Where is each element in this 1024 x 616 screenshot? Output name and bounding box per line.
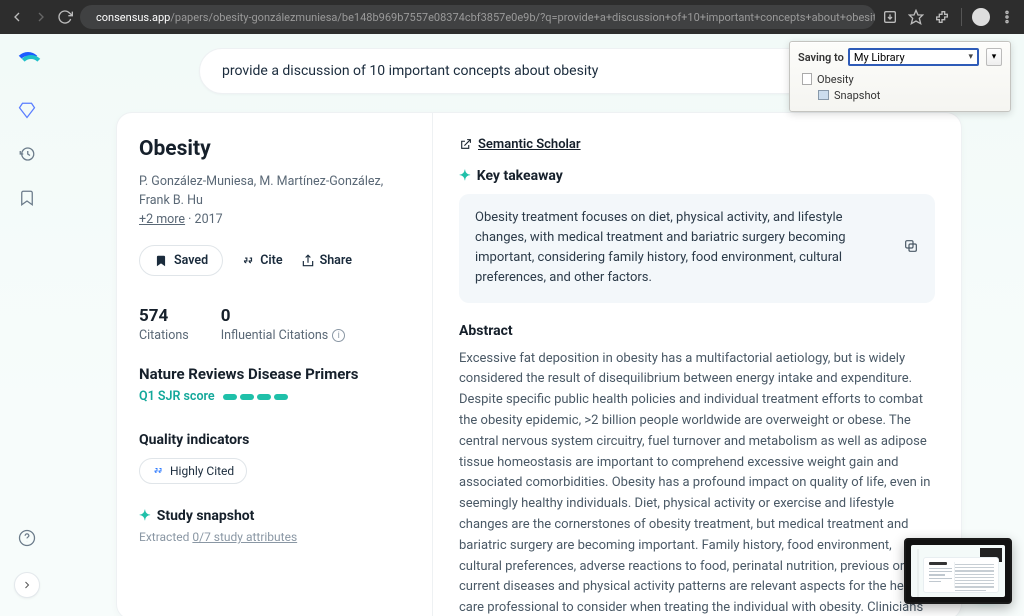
influential-stat: 0 Influential Citationsi	[221, 306, 346, 343]
paper-title: Obesity	[139, 137, 410, 161]
search-input[interactable]: provide a discussion of 10 important con…	[199, 48, 879, 94]
saved-button-label: Saved	[174, 253, 208, 268]
browser-toolbar: consensus.app/papers/obesity-gonzálezmun…	[0, 0, 1024, 34]
takeaway-heading: Key takeaway	[477, 168, 563, 184]
forward-button[interactable]	[32, 8, 50, 26]
extensions-icon[interactable]	[933, 8, 951, 26]
authors-line: P. González-Muniesa, M. Martínez-Gonzále…	[139, 173, 410, 229]
expand-sidebar-button[interactable]	[14, 572, 40, 598]
snapshot-sub-prefix: Extracted	[139, 530, 192, 544]
takeaway-box: Obesity treatment focuses on diet, physi…	[459, 194, 935, 303]
library-select[interactable]: My Library ▾	[848, 48, 979, 66]
cite-button-label: Cite	[260, 253, 282, 268]
snapshot-icon	[818, 90, 829, 100]
abstract-body: Excessive fat deposition in obesity has …	[459, 349, 935, 616]
influential-label: Influential Citations	[221, 328, 329, 343]
saving-to-label: Saving to	[798, 51, 844, 64]
url-path: /papers/obesity-gonzálezmuniesa/be148b96…	[170, 11, 875, 24]
reload-button[interactable]	[56, 8, 74, 26]
highly-cited-pill[interactable]: Highly Cited	[139, 458, 247, 484]
history-icon[interactable]	[17, 144, 37, 164]
consensus-logo[interactable]	[15, 52, 39, 76]
saved-item-row[interactable]: Obesity	[802, 71, 1002, 87]
search-query-text: provide a discussion of 10 important con…	[222, 63, 598, 79]
highly-cited-label: Highly Cited	[170, 464, 234, 478]
saved-item-title: Obesity	[817, 73, 854, 86]
url-domain: consensus.app	[96, 11, 170, 24]
sparkle-icon: ✦	[139, 508, 151, 524]
library-dropdown-button[interactable]: ▾	[986, 48, 1002, 66]
citations-label: Citations	[139, 328, 189, 343]
sjr-score-bars	[223, 394, 288, 400]
address-bar[interactable]: consensus.app/papers/obesity-gonzálezmun…	[80, 5, 875, 29]
premium-diamond-icon[interactable]	[17, 100, 37, 120]
copy-takeaway-button[interactable]	[903, 238, 923, 258]
semantic-scholar-link[interactable]: Semantic Scholar	[459, 137, 935, 152]
abstract-heading: Abstract	[459, 323, 935, 339]
profile-avatar[interactable]	[972, 8, 990, 26]
back-button[interactable]	[8, 8, 26, 26]
citations-value: 574	[139, 306, 189, 326]
pip-thumbnail[interactable]	[904, 538, 1012, 604]
quality-heading: Quality indicators	[139, 432, 410, 448]
toolbar-divider	[961, 8, 962, 26]
journal-name: Nature Reviews Disease Primers	[139, 365, 410, 383]
share-button-label: Share	[320, 253, 352, 268]
chevron-down-icon: ▾	[968, 52, 973, 62]
document-icon	[802, 73, 812, 85]
share-button[interactable]: Share	[301, 253, 352, 268]
library-select-value: My Library	[854, 51, 905, 64]
zotero-save-popup: Saving to My Library ▾ ▾ Obesity Snapsho…	[789, 41, 1011, 112]
help-icon[interactable]	[17, 528, 37, 548]
saved-snapshot-row[interactable]: Snapshot	[802, 87, 1002, 103]
takeaway-body: Obesity treatment focuses on diet, physi…	[475, 210, 846, 285]
sidebar	[0, 34, 54, 616]
browser-menu-icon[interactable]	[998, 8, 1016, 26]
authors-names: P. González-Muniesa, M. Martínez-Gonzále…	[139, 174, 383, 208]
semantic-scholar-label: Semantic Scholar	[478, 137, 581, 152]
influential-value: 0	[221, 306, 346, 326]
install-app-icon[interactable]	[881, 8, 899, 26]
more-authors-link[interactable]: +2 more	[139, 212, 185, 227]
bookmark-star-icon[interactable]	[907, 8, 925, 26]
cite-button[interactable]: Cite	[241, 253, 282, 268]
snapshot-heading: Study snapshot	[157, 508, 255, 524]
citations-stat: 574 Citations	[139, 306, 189, 343]
bookmarks-icon[interactable]	[17, 188, 37, 208]
paper-year: 2017	[195, 212, 223, 227]
sparkle-icon: ✦	[459, 168, 471, 184]
sjr-label: Q1 SJR score	[139, 389, 215, 404]
saved-snapshot-label: Snapshot	[834, 89, 880, 102]
saved-button[interactable]: Saved	[139, 245, 223, 276]
info-icon[interactable]: i	[332, 329, 345, 342]
snapshot-attributes-link[interactable]: 0/7 study attributes	[192, 530, 297, 544]
paper-card: Obesity P. González-Muniesa, M. Martínez…	[116, 112, 962, 616]
